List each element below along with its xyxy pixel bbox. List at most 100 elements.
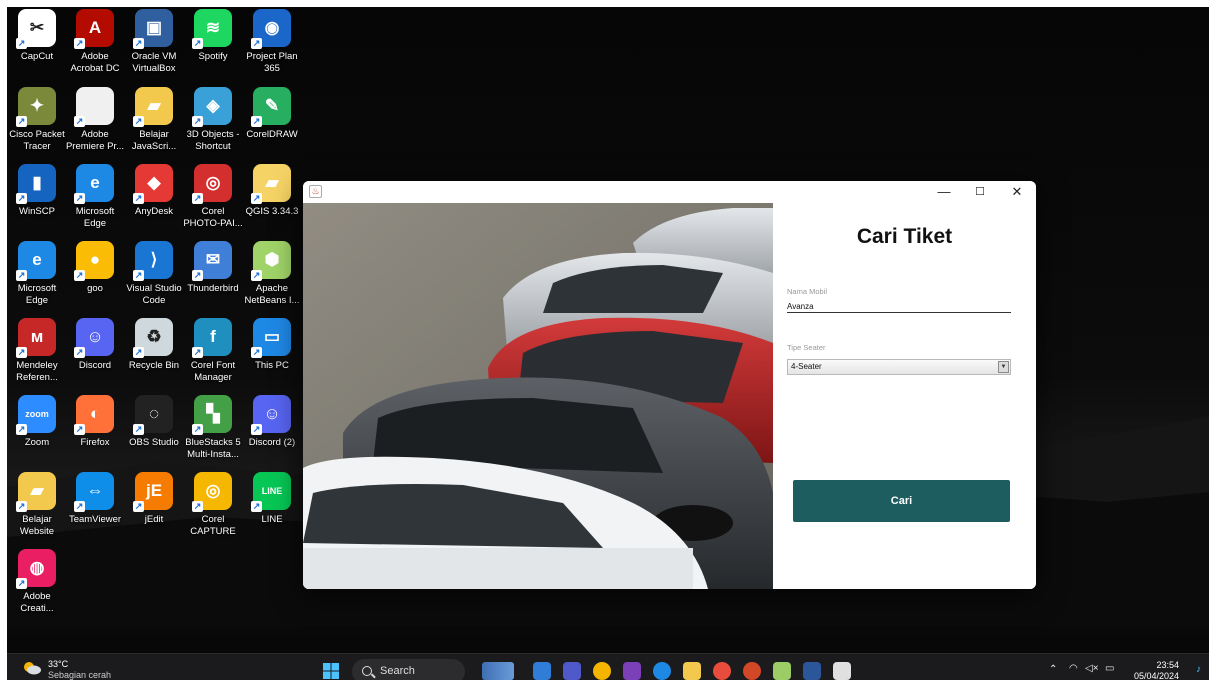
window-titlebar[interactable]: ♨ — ☐ ✕ — [303, 181, 1036, 203]
teams-icon[interactable] — [563, 662, 581, 680]
desktop-icon-label: goo — [87, 283, 103, 294]
desktop-icon[interactable]: ◌ ↗ OBS Studio — [124, 395, 184, 467]
desktop-icon[interactable]: ▮ ↗ WinSCP — [7, 164, 67, 236]
desktop-icon[interactable]: ≋ ↗ Spotify — [183, 9, 243, 81]
desktop-icon[interactable]: ▰ ↗ QGIS 3.34.3 — [242, 164, 302, 236]
desktop-icon[interactable]: ♻ ↗ Recycle Bin — [124, 318, 184, 390]
app-icon[interactable] — [713, 662, 731, 680]
shortcut-arrow-icon: ↗ — [251, 116, 262, 127]
desktop-icon-label: Microsoft Edge — [75, 206, 115, 229]
landscape-widget-icon[interactable] — [482, 662, 514, 680]
desktop-icon-label: BlueStacks 5 Multi-Insta... — [185, 437, 241, 460]
app-icon: ⇔ ↗ — [74, 472, 114, 512]
desktop-icon[interactable]: ◎ ↗ Corel CAPTURE — [183, 472, 243, 544]
shortcut-arrow-icon: ↗ — [192, 347, 203, 358]
chevron-down-icon[interactable]: ▼ — [998, 361, 1009, 373]
icon-glyph: ᴍ — [30, 327, 44, 346]
desktop-icon[interactable]: e ↗ Microsoft Edge — [7, 241, 67, 313]
desktop-icon[interactable]: ☺ ↗ Discord (2) — [242, 395, 302, 467]
desktop-icon[interactable]: ✂ ↗ CapCut — [7, 9, 67, 81]
shortcut-arrow-icon: ↗ — [74, 424, 85, 435]
desktop-icon[interactable]: ▰ ↗ Belajar Website — [7, 472, 67, 544]
desktop-icon[interactable]: ▚ ↗ BlueStacks 5 Multi-Insta... — [183, 395, 243, 467]
desktop-icon-label: Belajar JavaScri... — [131, 129, 177, 152]
system-tray: ⌃ ◠ ◁× ▭ 23:54 05/04/2024 ♪ — [1039, 654, 1209, 680]
powerpoint-icon[interactable] — [743, 662, 761, 680]
desktop-icon-label: CorelDRAW — [246, 129, 298, 140]
desktop-icon[interactable]: ● ↗ goo — [65, 241, 125, 313]
desktop-icon[interactable]: ◎ ↗ Corel PHOTO-PAI... — [183, 164, 243, 236]
desktop-icon[interactable]: e ↗ Microsoft Edge — [65, 164, 125, 236]
partly-cloudy-icon — [24, 662, 41, 675]
cari-button[interactable]: Cari — [793, 480, 1010, 522]
desktop-icon[interactable]: ⇔ ↗ TeamViewer — [65, 472, 125, 544]
visual-studio-icon[interactable] — [623, 662, 641, 680]
desktop-icon[interactable]: ◈ ↗ 3D Objects - Shortcut — [183, 87, 243, 159]
windows-start-icon[interactable] — [322, 662, 340, 680]
task-view-icon[interactable] — [533, 662, 551, 680]
desktop-icon[interactable]: ↗ Adobe Premiere Pr... — [65, 87, 125, 159]
desktop-icon[interactable]: LINE ↗ LINE — [242, 472, 302, 544]
icon-glyph: ♻ — [146, 327, 162, 346]
clock[interactable]: 23:54 05/04/2024 — [1134, 660, 1179, 680]
shortcut-arrow-icon: ↗ — [133, 424, 144, 435]
tipe-seater-select[interactable]: 4-Seater ▼ — [787, 359, 1011, 375]
app-icon: ◉ ↗ — [251, 9, 291, 49]
taskbar: 33°C Sebagian cerah Search ⌃ ◠ ◁× ▭ 23:5… — [7, 653, 1209, 680]
desktop-icon[interactable]: ▭ ↗ This PC — [242, 318, 302, 390]
weather-temp: 33°C — [48, 659, 69, 669]
app-icon: ▚ ↗ — [192, 395, 232, 435]
desktop-icon[interactable]: zoom ↗ Zoom — [7, 395, 67, 467]
icon-glyph: ⟩ — [150, 250, 158, 269]
app-icon: ◆ ↗ — [133, 164, 173, 204]
netbeans-icon[interactable] — [773, 662, 791, 680]
app-icon: ✎ ↗ — [251, 87, 291, 127]
desktop-icon[interactable]: jE ↗ jEdit — [124, 472, 184, 544]
edge-icon[interactable] — [653, 662, 671, 680]
maximize-button[interactable]: ☐ — [962, 181, 998, 203]
app-icon: ✂ ↗ — [16, 9, 56, 49]
nama-mobil-input[interactable] — [787, 300, 1011, 313]
desktop-icon[interactable]: ✦ ↗ Cisco Packet Tracer — [7, 87, 67, 159]
icon-glyph: ▚ — [206, 404, 220, 423]
desktop-icon[interactable]: ☺ ↗ Discord — [65, 318, 125, 390]
desktop-icon[interactable]: ✉ ↗ Thunderbird — [183, 241, 243, 313]
chevron-up-icon[interactable]: ⌃ — [1049, 664, 1057, 675]
shortcut-arrow-icon: ↗ — [133, 38, 144, 49]
java-app-icon[interactable] — [833, 662, 851, 680]
desktop-icon[interactable]: ◍ ↗ Adobe Creati... — [7, 549, 67, 621]
desktop-icon-label: WinSCP — [19, 206, 55, 217]
desktop-icon[interactable]: ᴍ ↗ Mendeley Referen... — [7, 318, 67, 390]
shortcut-arrow-icon: ↗ — [133, 193, 144, 204]
desktop-icon[interactable]: A ↗ Adobe Acrobat DC — [65, 9, 125, 81]
minimize-button[interactable]: — — [926, 181, 962, 203]
cari-tiket-window: ♨ — ☐ ✕ Cari Tiket Nama Mobil Avanza Tip… — [303, 181, 1036, 589]
desktop-icon[interactable]: ⬢ ↗ Apache NetBeans I... — [242, 241, 302, 313]
shortcut-arrow-icon: ↗ — [192, 38, 203, 49]
desktop-icon[interactable]: ◆ ↗ AnyDesk — [124, 164, 184, 236]
desktop-icon-label: Firefox — [80, 437, 110, 448]
desktop-icon[interactable]: ◉ ↗ Project Plan 365 — [242, 9, 302, 81]
clock-date: 05/04/2024 — [1133, 671, 1179, 680]
battery-icon[interactable]: ▭ — [1105, 663, 1114, 674]
search-icon — [362, 666, 372, 676]
volume-icon[interactable]: ◁× — [1085, 663, 1099, 674]
desktop-icon[interactable]: f ↗ Corel Font Manager — [183, 318, 243, 390]
desktop-icon[interactable]: ✎ ↗ CorelDRAW — [242, 87, 302, 159]
chrome-icon[interactable] — [593, 662, 611, 680]
app-icon: ▮ ↗ — [16, 164, 56, 204]
desktop-icon[interactable]: ▣ ↗ Oracle VM VirtualBox — [124, 9, 184, 81]
close-button[interactable]: ✕ — [999, 181, 1035, 203]
desktop-screen: ✂ ↗ CapCut A ↗ Adobe Acrobat DC ▣ ↗ Oracle VM Vi… — [7, 7, 1209, 680]
shortcut-arrow-icon: ↗ — [251, 501, 262, 512]
desktop-icon[interactable]: ⟩ ↗ Visual Studio Code — [124, 241, 184, 313]
app-icon: ⟩ ↗ — [133, 241, 173, 281]
notification-bell-icon[interactable]: ♪ — [1196, 664, 1201, 675]
word-icon[interactable] — [803, 662, 821, 680]
wifi-icon[interactable]: ◠ — [1069, 663, 1078, 674]
desktop-icon[interactable]: ◐ ↗ Firefox — [65, 395, 125, 467]
file-explorer-icon[interactable] — [683, 662, 701, 680]
desktop-icon[interactable]: ▰ ↗ Belajar JavaScri... — [124, 87, 184, 159]
taskbar-search-box[interactable]: Search — [352, 659, 465, 680]
desktop-icon-label: Microsoft Edge — [17, 283, 57, 306]
